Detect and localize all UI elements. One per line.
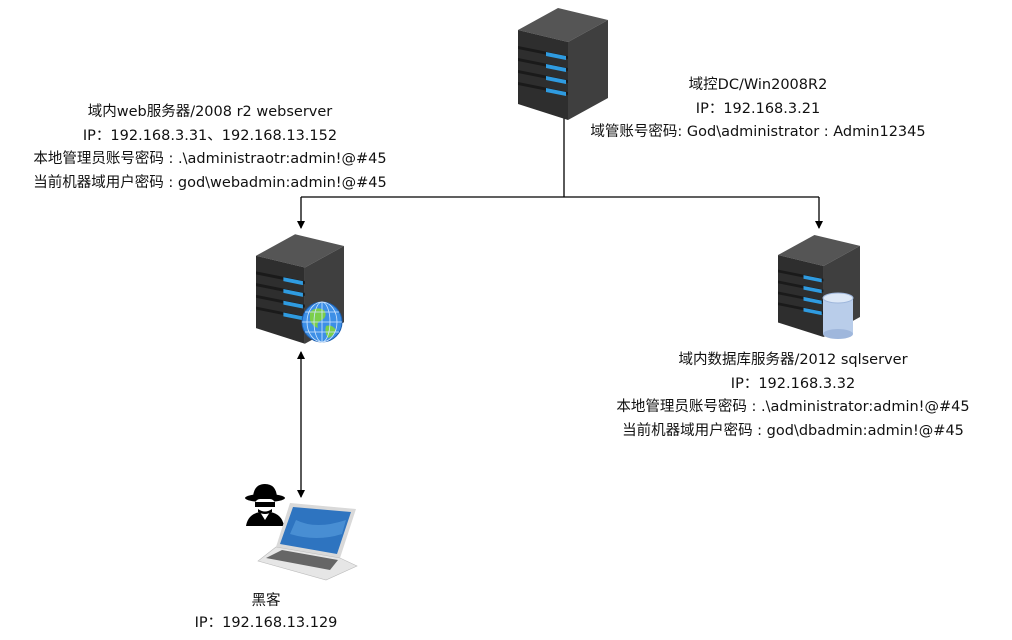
globe-icon [301, 301, 343, 343]
web-local-admin: 本地管理员账号密码 : .\administraotr:admin!@#45 [33, 151, 387, 167]
dc-credentials: 域管账号密码: God\administrator : Admin12345 [590, 124, 926, 140]
dc-label: 域控DC/Win2008R2 IP：192.168.3.21 域管账号密码: G… [590, 74, 925, 145]
db-server-label: 域内数据库服务器/2012 sqlserver IP：192.168.3.32 … [616, 349, 969, 443]
hacker-icon [245, 484, 285, 526]
hacker-ip: IP：192.168.13.129 [194, 615, 338, 631]
web-server-label: 域内web服务器/2008 r2 webserver IP：192.168.3.… [33, 101, 386, 195]
db-domain-user: 当前机器域用户密码 : god\dbadmin:admin!@#45 [622, 422, 964, 439]
db-title: 域内数据库服务器/2012 sqlserver [678, 352, 908, 368]
db-ip: IP：192.168.3.32 [730, 375, 856, 392]
db-local-admin: 本地管理员账号密码 : .\administrator:admin!@#45 [616, 399, 970, 415]
web-ip: IP：192.168.3.31、192.168.13.152 [82, 127, 338, 144]
hacker-title: 黑客 [251, 593, 281, 609]
web-title: 域内web服务器/2008 r2 webserver [87, 104, 333, 120]
web-domain-user: 当前机器域用户密码 : god\webadmin:admin!@#45 [33, 174, 387, 191]
web-server-icon [256, 234, 344, 344]
dc-ip: IP：192.168.3.21 [695, 100, 821, 117]
database-server-icon [778, 234, 860, 339]
dc-title: 域控DC/Win2008R2 [688, 77, 828, 93]
database-icon [822, 292, 854, 339]
hacker-label: 黑客 IP：192.168.13.129 [195, 590, 338, 634]
